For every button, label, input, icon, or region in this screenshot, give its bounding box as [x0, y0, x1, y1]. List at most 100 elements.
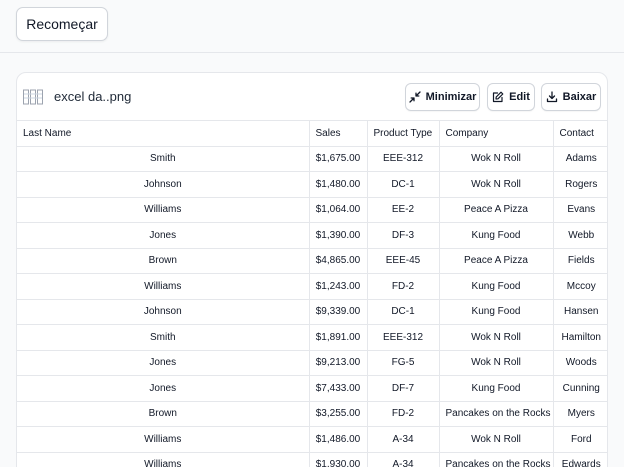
cell-last-name: Jones — [17, 350, 310, 376]
table-row: Jones $9,213.00 FG-5 Wok N Roll Woods — [17, 350, 607, 376]
cell-company: Wok N Roll — [439, 324, 554, 351]
table-row: Smith $1,891.00 EEE-312 Wok N Roll Hamil… — [17, 324, 607, 351]
cell-last-name: Brown — [17, 248, 310, 274]
cell-company: Peace A Pizza — [439, 197, 554, 223]
table-row: Smith $1,675.00 EEE-312 Wok N Roll Adams — [17, 146, 607, 172]
cell-company: Kung Food — [439, 375, 554, 402]
cell-last-name: Brown — [17, 401, 310, 427]
cell-sales: $1,064.00 — [309, 197, 368, 223]
image-file-icon — [23, 89, 43, 105]
cell-contact: Webb — [553, 222, 607, 249]
cell-company: Kung Food — [439, 273, 554, 300]
minimize-label: Minimizar — [425, 91, 477, 103]
table-row: Johnson $1,480.00 DC-1 Wok N Roll Rogers — [17, 171, 607, 198]
edit-label: Edit — [509, 91, 530, 103]
cell-last-name: Jones — [17, 375, 310, 402]
cell-company: Kung Food — [439, 222, 554, 249]
file-header: excel da..png Minimizar Edit Baixar — [17, 73, 607, 121]
cell-company: Wok N Roll — [439, 426, 554, 453]
cell-sales: $1,891.00 — [309, 324, 368, 351]
column-header-company: Company — [439, 120, 554, 147]
cell-product-type: A-34 — [367, 426, 440, 453]
cell-contact: Adams — [553, 146, 607, 172]
download-label: Baixar — [562, 91, 597, 103]
cell-contact: Myers — [553, 401, 607, 427]
cell-product-type: DC-1 — [367, 171, 440, 198]
table-header-row: Last Name Sales Product Type Company Con… — [17, 120, 607, 147]
table-row: Johnson $9,339.00 DC-1 Kung Food Hansen — [17, 299, 607, 325]
cell-last-name: Williams — [17, 426, 310, 453]
cell-product-type: EE-2 — [367, 197, 440, 223]
download-button[interactable]: Baixar — [541, 83, 601, 111]
column-header-sales: Sales — [309, 120, 368, 147]
cell-product-type: EEE-312 — [367, 324, 440, 351]
file-preview-card: excel da..png Minimizar Edit Baixar Last… — [16, 72, 608, 467]
file-name: excel da..png — [54, 89, 132, 104]
cell-sales: $9,339.00 — [309, 299, 368, 325]
cell-product-type: A-34 — [367, 452, 440, 467]
cell-sales: $1,486.00 — [309, 426, 368, 453]
cell-sales: $1,930.00 — [309, 452, 368, 467]
cell-sales: $1,243.00 — [309, 273, 368, 300]
restart-button[interactable]: Recomeçar — [16, 7, 108, 41]
download-icon — [546, 91, 557, 103]
top-bar: Recomeçar — [0, 0, 624, 53]
table-row: Brown $3,255.00 FD-2 Pancakes on the Roc… — [17, 401, 607, 427]
column-header-contact: Contact — [553, 120, 607, 147]
cell-product-type: DC-1 — [367, 299, 440, 325]
cell-company: Peace A Pizza — [439, 248, 554, 274]
cell-company: Wok N Roll — [439, 171, 554, 198]
table-row: Williams $1,486.00 A-34 Wok N Roll Ford — [17, 426, 607, 453]
cell-product-type: DF-7 — [367, 375, 440, 402]
table-row: Williams $1,064.00 EE-2 Peace A Pizza Ev… — [17, 197, 607, 223]
cell-last-name: Williams — [17, 273, 310, 300]
cell-product-type: FD-2 — [367, 273, 440, 300]
cell-sales: $9,213.00 — [309, 350, 368, 376]
cell-contact: Hansen — [553, 299, 607, 325]
cell-last-name: Jones — [17, 222, 310, 249]
cell-company: Pancakes on the Rocks — [439, 452, 554, 467]
cell-product-type: DF-3 — [367, 222, 440, 249]
minimize-button[interactable]: Minimizar — [405, 83, 480, 111]
cell-sales: $1,480.00 — [309, 171, 368, 198]
cell-contact: Fields — [553, 248, 607, 274]
cell-sales: $1,390.00 — [309, 222, 368, 249]
cell-company: Kung Food — [439, 299, 554, 325]
edit-button[interactable]: Edit — [487, 83, 535, 111]
column-header-product-type: Product Type — [367, 120, 440, 147]
cell-contact: Woods — [553, 350, 607, 376]
cell-contact: Mccoy — [553, 273, 607, 300]
cell-last-name: Smith — [17, 324, 310, 351]
cell-company: Wok N Roll — [439, 350, 554, 376]
minimize-arrows-icon — [408, 91, 421, 103]
table-row: Williams $1,930.00 A-34 Pancakes on the … — [17, 452, 607, 467]
cell-contact: Evans — [553, 197, 607, 223]
cell-company: Pancakes on the Rocks — [439, 401, 554, 427]
column-header-last-name: Last Name — [17, 120, 310, 147]
cell-contact: Edwards — [553, 452, 607, 467]
cell-sales: $3,255.00 — [309, 401, 368, 427]
cell-contact: Rogers — [553, 171, 607, 198]
cell-product-type: FG-5 — [367, 350, 440, 376]
cell-contact: Cunning — [553, 375, 607, 402]
cell-contact: Ford — [553, 426, 607, 453]
cell-last-name: Smith — [17, 146, 310, 172]
cell-last-name: Johnson — [17, 171, 310, 198]
cell-product-type: FD-2 — [367, 401, 440, 427]
cell-last-name: Johnson — [17, 299, 310, 325]
cell-contact: Hamilton — [553, 324, 607, 351]
cell-sales: $1,675.00 — [309, 146, 368, 172]
cell-sales: $7,433.00 — [309, 375, 368, 402]
cell-company: Wok N Roll — [439, 146, 554, 172]
spreadsheet-table: Last Name Sales Product Type Company Con… — [17, 120, 607, 467]
cell-last-name: Williams — [17, 197, 310, 223]
table-row: Williams $1,243.00 FD-2 Kung Food Mccoy — [17, 273, 607, 300]
cell-product-type: EEE-312 — [367, 146, 440, 172]
table-row: Jones $1,390.00 DF-3 Kung Food Webb — [17, 222, 607, 249]
edit-pencil-icon — [493, 91, 504, 103]
table-row: Jones $7,433.00 DF-7 Kung Food Cunning — [17, 375, 607, 402]
cell-last-name: Williams — [17, 452, 310, 467]
table-row: Brown $4,865.00 EEE-45 Peace A Pizza Fie… — [17, 248, 607, 274]
cell-sales: $4,865.00 — [309, 248, 368, 274]
cell-product-type: EEE-45 — [367, 248, 440, 274]
